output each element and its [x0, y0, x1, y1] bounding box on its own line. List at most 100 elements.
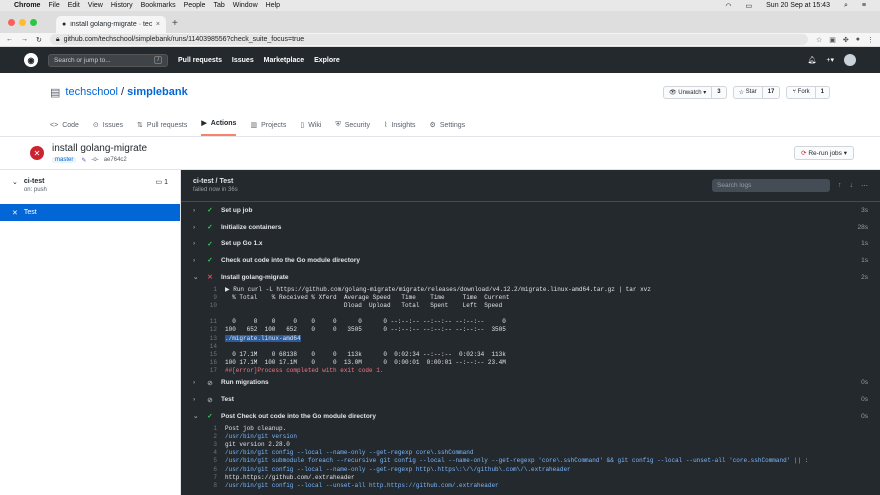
- line-number[interactable]: 13: [203, 335, 217, 342]
- fork-count[interactable]: 1: [816, 89, 829, 95]
- tab-wiki[interactable]: ▯ Wiki: [300, 121, 321, 136]
- wifi-icon[interactable]: ◠: [725, 2, 731, 10]
- new-tab-icon[interactable]: +: [172, 18, 178, 29]
- line-number[interactable]: 1: [203, 286, 217, 293]
- line-number[interactable]: 1: [203, 425, 217, 432]
- close-window-button[interactable]: [8, 19, 15, 26]
- log-step[interactable]: › ⊘ Test 0s: [181, 391, 880, 408]
- bookmark-star-icon[interactable]: ☆: [816, 36, 822, 44]
- tab-actions[interactable]: ▶ Actions: [201, 119, 237, 136]
- more-icon[interactable]: ⋮: [867, 36, 874, 44]
- rerun-jobs-button[interactable]: ⟳ Re-run jobs ▾: [794, 146, 854, 160]
- menu-icon[interactable]: ≡: [862, 2, 866, 9]
- line-number[interactable]: 4: [203, 449, 217, 456]
- menu-help[interactable]: Help: [266, 2, 280, 9]
- chevron-right-icon[interactable]: ›: [193, 224, 199, 231]
- log-search-input[interactable]: Search logs: [712, 179, 830, 192]
- menu-view[interactable]: View: [88, 2, 103, 9]
- branch-badge[interactable]: master: [52, 157, 77, 163]
- tab-issues[interactable]: ⊙ Issues: [93, 121, 123, 136]
- unwatch-button[interactable]: 👁︎ Unwatch ▾ 3: [662, 85, 727, 99]
- star-button[interactable]: ☆ Star 17: [732, 85, 781, 99]
- plus-icon[interactable]: +▾: [826, 56, 834, 64]
- commit-sha[interactable]: ae764c2: [104, 157, 127, 163]
- watch-count[interactable]: 3: [712, 89, 725, 95]
- line-number[interactable]: 2: [203, 433, 217, 440]
- menu-bookmarks[interactable]: Bookmarks: [141, 2, 176, 9]
- url-field[interactable]: 🔒︎ github.com/techschool/simplebank/runs…: [49, 34, 808, 45]
- line-number[interactable]: 12: [203, 326, 217, 333]
- avatar[interactable]: [844, 54, 856, 66]
- chevron-down-icon[interactable]: ⌄: [12, 178, 18, 193]
- back-icon[interactable]: ←: [6, 36, 13, 43]
- minimize-window-button[interactable]: [19, 19, 26, 26]
- log-step[interactable]: › ✓ Set up job 3s: [181, 202, 880, 219]
- browser-tab[interactable]: ● install golang-migrate · techsc ×: [56, 16, 166, 33]
- bell-icon[interactable]: 🔔︎: [808, 56, 817, 64]
- tab-insights[interactable]: ⌇ Insights: [384, 121, 416, 136]
- log-step[interactable]: › ✓ Initialize containers 28s: [181, 219, 880, 236]
- profile-icon[interactable]: ●: [856, 36, 860, 44]
- zoom-window-button[interactable]: [30, 19, 37, 26]
- chevron-right-icon[interactable]: ›: [193, 207, 199, 214]
- clock[interactable]: Sun 20 Sep at 15:43: [766, 2, 830, 9]
- log-step[interactable]: ⌄ ✕ Install golang-migrate 2s: [181, 269, 880, 286]
- chevron-right-icon[interactable]: ›: [193, 396, 199, 403]
- app-name[interactable]: Chrome: [14, 2, 40, 9]
- menu-edit[interactable]: Edit: [68, 2, 80, 9]
- log-step[interactable]: › ✓ Check out code into the Go module dire…: [181, 252, 880, 269]
- line-number[interactable]: 16: [203, 359, 217, 366]
- chevron-right-icon[interactable]: ›: [193, 240, 199, 247]
- line-number[interactable]: 5: [203, 457, 217, 464]
- log-step[interactable]: › ⊘ Run migrations 0s: [181, 374, 880, 391]
- line-number[interactable]: 15: [203, 351, 217, 358]
- chevron-right-icon[interactable]: ›: [193, 257, 199, 264]
- line-number[interactable]: 11: [203, 318, 217, 325]
- line-number[interactable]: 8: [203, 482, 217, 489]
- next-icon[interactable]: ↓: [850, 182, 854, 190]
- fork-button[interactable]: ⑂ Fork 1: [786, 85, 830, 99]
- line-number[interactable]: 9: [203, 294, 217, 301]
- reload-icon[interactable]: ↻: [36, 36, 42, 44]
- tab-settings[interactable]: ⚙ Settings: [430, 121, 466, 136]
- line-number[interactable]: 3: [203, 441, 217, 448]
- menu-history[interactable]: History: [111, 2, 133, 9]
- workflow-entry[interactable]: ⌄ ci-test on: push ▭ 1: [0, 170, 180, 201]
- search-icon[interactable]: ⌕: [844, 2, 848, 10]
- line-number[interactable]: 7: [203, 474, 217, 481]
- chevron-right-icon[interactable]: ›: [193, 379, 199, 386]
- nav-explore[interactable]: Explore: [314, 57, 340, 64]
- line-number[interactable]: 10: [203, 302, 217, 309]
- menu-file[interactable]: File: [48, 2, 59, 9]
- annotation-count[interactable]: ▭ 1: [156, 178, 168, 193]
- tab-pull-requests[interactable]: ⇅ Pull requests: [137, 121, 187, 136]
- puzzle-icon[interactable]: ✤: [843, 36, 849, 44]
- forward-icon[interactable]: →: [21, 36, 28, 43]
- tab-code[interactable]: <> Code: [50, 122, 79, 136]
- line-number[interactable]: 6: [203, 466, 217, 473]
- nav-marketplace[interactable]: Marketplace: [264, 57, 304, 64]
- tab-projects[interactable]: ▥ Projects: [250, 121, 286, 136]
- extension-icon[interactable]: ▣: [829, 36, 836, 44]
- sidebar-job-test[interactable]: ✕ Test: [0, 204, 180, 221]
- chevron-down-icon[interactable]: ⌄: [193, 412, 199, 420]
- more-icon[interactable]: ⋯: [861, 182, 868, 190]
- battery-icon[interactable]: ▭: [746, 2, 753, 10]
- repo-owner-link[interactable]: techschool: [65, 86, 118, 98]
- github-search-input[interactable]: Search or jump to... /: [48, 53, 168, 67]
- prev-icon[interactable]: ↑: [838, 182, 842, 190]
- nav-issues[interactable]: Issues: [232, 57, 254, 64]
- github-logo-icon[interactable]: ◉: [24, 53, 38, 67]
- log-step[interactable]: ⌄ ✓ Post Check out code into the Go module…: [181, 408, 880, 425]
- menu-tab[interactable]: Tab: [213, 2, 224, 9]
- menu-window[interactable]: Window: [233, 2, 258, 9]
- star-count[interactable]: 17: [763, 89, 780, 95]
- close-tab-icon[interactable]: ×: [156, 21, 160, 28]
- tab-security[interactable]: ⛨ Security: [335, 121, 370, 136]
- line-number[interactable]: 14: [203, 343, 217, 350]
- menu-people[interactable]: People: [184, 2, 206, 9]
- nav-pull-requests[interactable]: Pull requests: [178, 57, 222, 64]
- repo-name-link[interactable]: simplebank: [127, 86, 188, 98]
- line-number[interactable]: 17: [203, 367, 217, 374]
- chevron-down-icon[interactable]: ⌄: [193, 273, 199, 281]
